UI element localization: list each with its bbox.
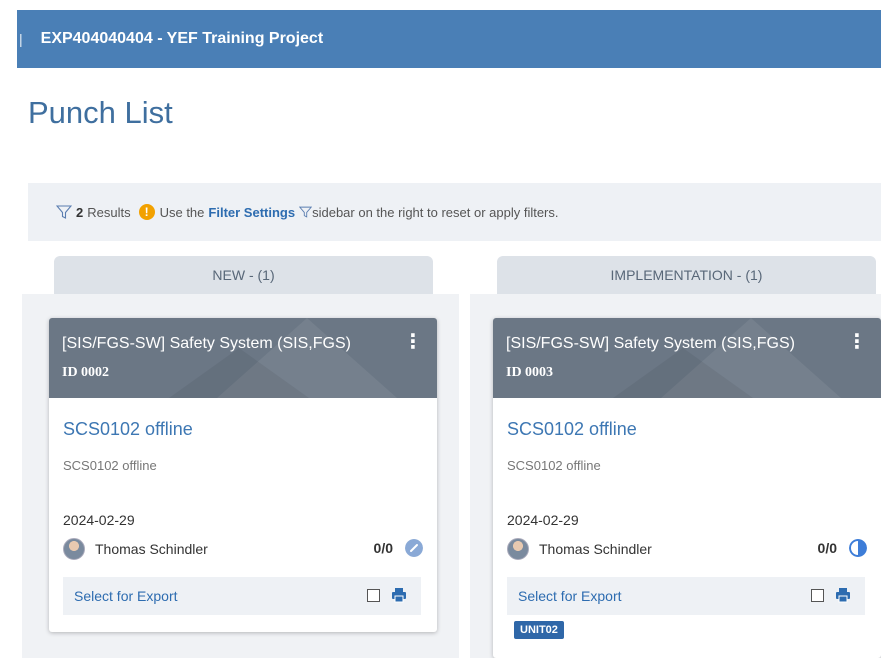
card-user: Thomas Schindler bbox=[507, 538, 652, 560]
card-ratio: 0/0 bbox=[373, 540, 393, 556]
card-system: [SIS/FGS-SW] Safety System (SIS,FGS) bbox=[62, 335, 351, 352]
print-icon[interactable] bbox=[391, 587, 407, 603]
select-for-export-link[interactable]: Select for Export bbox=[74, 588, 178, 604]
card-title[interactable]: SCS0102 offline bbox=[63, 419, 193, 440]
column-header-implementation: IMPLEMENTATION - (1) bbox=[497, 256, 876, 294]
card-description: SCS0102 offline bbox=[507, 458, 601, 473]
user-name: Thomas Schindler bbox=[539, 541, 652, 557]
export-checkbox[interactable] bbox=[367, 589, 380, 602]
filter-settings-link[interactable]: Filter Settings bbox=[208, 205, 295, 220]
card-title[interactable]: SCS0102 offline bbox=[507, 419, 637, 440]
export-row: Select for Export bbox=[507, 577, 865, 615]
card-date: 2024-02-29 bbox=[63, 512, 135, 528]
more-options-icon[interactable]: ⋮ bbox=[403, 332, 423, 352]
header-separator: | bbox=[19, 31, 23, 47]
status-half-icon bbox=[849, 539, 867, 557]
card-id: ID 0002 bbox=[62, 365, 110, 380]
filter-icon bbox=[56, 205, 72, 219]
avatar bbox=[63, 538, 85, 560]
print-icon[interactable] bbox=[835, 587, 851, 603]
card-description: SCS0102 offline bbox=[63, 458, 157, 473]
card-ratio: 0/0 bbox=[817, 540, 837, 556]
results-count: 2 bbox=[76, 204, 84, 220]
filter-results-bar: 2 Results ! Use the Filter Settings side… bbox=[28, 183, 881, 241]
card-system: [SIS/FGS-SW] Safety System (SIS,FGS) bbox=[506, 335, 795, 352]
card-user: Thomas Schindler bbox=[63, 538, 208, 560]
page-title: Punch List bbox=[28, 95, 173, 130]
project-title[interactable]: EXP404040404 - YEF Training Project bbox=[41, 30, 324, 48]
more-options-icon[interactable]: ⋮ bbox=[847, 332, 867, 352]
column-header-new: NEW - (1) bbox=[54, 256, 433, 294]
status-new-icon bbox=[405, 539, 423, 557]
card-id: ID 0003 bbox=[506, 365, 554, 380]
warning-icon: ! bbox=[138, 204, 155, 220]
select-for-export-link[interactable]: Select for Export bbox=[518, 588, 622, 604]
results-label: Results bbox=[87, 204, 131, 220]
user-name: Thomas Schindler bbox=[95, 541, 208, 557]
filter-icon bbox=[299, 206, 313, 218]
punch-card[interactable]: [SIS/FGS-SW] Safety System (SIS,FGS) ID … bbox=[493, 318, 881, 658]
avatar bbox=[507, 538, 529, 560]
filter-hint-post: sidebar on the right to reset or apply f… bbox=[312, 204, 559, 220]
unit-badge: UNIT02 bbox=[514, 621, 564, 639]
card-date: 2024-02-29 bbox=[507, 512, 579, 528]
top-bar: | EXP404040404 - YEF Training Project bbox=[17, 10, 881, 68]
export-checkbox[interactable] bbox=[811, 589, 824, 602]
card-header: [SIS/FGS-SW] Safety System (SIS,FGS) ID … bbox=[49, 318, 437, 398]
card-header: [SIS/FGS-SW] Safety System (SIS,FGS) ID … bbox=[493, 318, 881, 398]
punch-card[interactable]: [SIS/FGS-SW] Safety System (SIS,FGS) ID … bbox=[49, 318, 437, 632]
export-row: Select for Export bbox=[63, 577, 421, 615]
filter-hint-pre: Use the bbox=[159, 204, 205, 220]
